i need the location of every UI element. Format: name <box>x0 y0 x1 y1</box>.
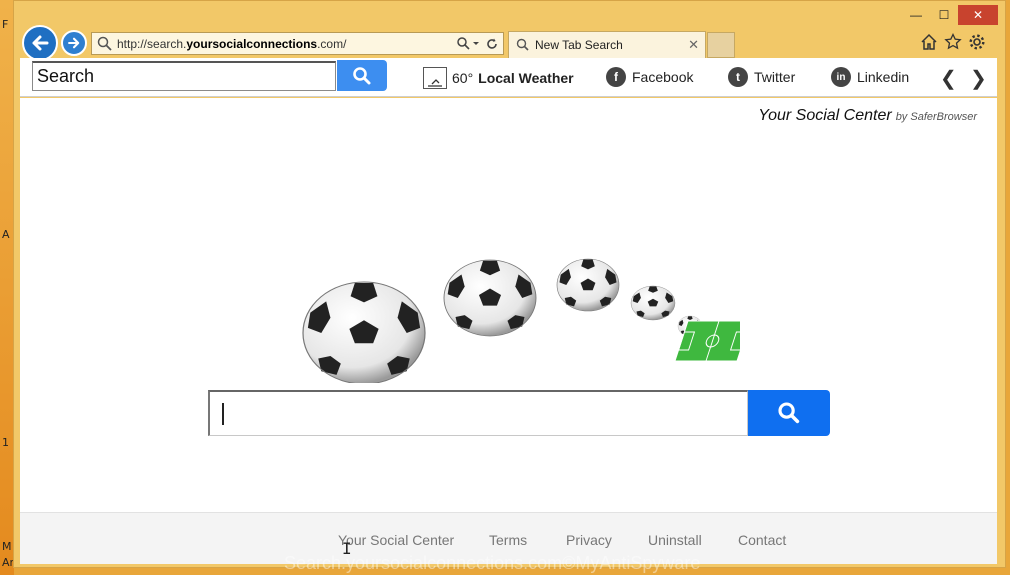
extension-toolbar: Search 60° Local Weather f Facebook t Tw… <box>20 58 997 97</box>
url-text[interactable]: http://search.yoursocialconnections.com/ <box>117 37 456 51</box>
text-cursor <box>222 403 224 425</box>
browser-tools <box>920 33 986 51</box>
star-icon[interactable] <box>944 33 962 51</box>
tab-new-tab-search[interactable]: New Tab Search ✕ <box>508 31 706 58</box>
brand-title: Your Social Center <box>758 107 892 124</box>
refresh-icon[interactable] <box>485 37 499 51</box>
soccer-balls-illustration <box>302 258 740 383</box>
search-icon <box>516 38 529 51</box>
toolbar-search-button[interactable] <box>337 60 387 91</box>
toolbar-linkedin-link[interactable]: in Linkedin <box>831 67 909 87</box>
watermark-text: Search.yoursocialconnections.com©MyAntiS… <box>284 553 701 573</box>
maximize-button[interactable]: ☐ <box>930 5 958 25</box>
weather-icon <box>423 67 447 89</box>
desktop-edge: F A 1 M Ar <box>0 0 14 575</box>
page-content: Your Social Center by SaferBrowser Your … <box>20 98 997 564</box>
toolbar-twitter-link[interactable]: t Twitter <box>728 67 795 87</box>
linkedin-label: Linkedin <box>857 69 910 85</box>
search-dropdown-icon[interactable] <box>456 36 482 52</box>
forward-button[interactable] <box>61 30 87 56</box>
tab-label: New Tab Search <box>535 38 623 52</box>
footer-link-contact[interactable]: Contact <box>738 532 786 548</box>
desktop-icon-label: F <box>2 18 9 31</box>
weather-label: Local Weather <box>478 70 574 86</box>
toolbar-facebook-link[interactable]: f Facebook <box>606 67 693 87</box>
minimize-button[interactable]: — <box>902 5 930 25</box>
gear-icon[interactable] <box>968 33 986 51</box>
search-icon <box>353 66 371 84</box>
url-suffix: .com/ <box>317 36 347 51</box>
brand-logo: Your Social Center by SaferBrowser <box>758 107 977 125</box>
toolbar-prev-button[interactable]: ❮ <box>940 66 957 91</box>
footer-link-uninstall[interactable]: Uninstall <box>648 532 702 548</box>
close-button[interactable]: ✕ <box>958 5 998 25</box>
facebook-label: Facebook <box>632 69 694 85</box>
toolbar-next-button[interactable]: ❯ <box>970 66 987 91</box>
url-prefix: http://search. <box>117 36 187 51</box>
address-bar[interactable]: http://search.yoursocialconnections.com/ <box>91 32 504 55</box>
main-search-input[interactable] <box>208 390 748 436</box>
browser-window: — ☐ ✕ http://search.yoursocialconnection… <box>13 0 1006 568</box>
back-button[interactable] <box>22 25 58 61</box>
footer-link-your-social-center[interactable]: Your Social Center <box>338 532 454 548</box>
main-search-button[interactable] <box>748 390 830 436</box>
footer-link-privacy[interactable]: Privacy <box>566 532 612 548</box>
linkedin-icon: in <box>831 67 851 87</box>
desktop-icon-label: M <box>2 540 12 553</box>
brand-by: by SaferBrowser <box>895 111 977 123</box>
arrow-right-icon <box>68 37 80 49</box>
search-icon <box>778 402 800 424</box>
facebook-icon: f <box>606 67 626 87</box>
home-icon[interactable] <box>920 33 938 51</box>
tab-close-button[interactable]: ✕ <box>688 37 699 53</box>
weather-widget[interactable]: 60° Local Weather <box>423 67 574 89</box>
desktop-icon-label: A <box>2 228 10 241</box>
weather-temp: 60° <box>452 70 474 86</box>
url-domain: yoursocialconnections <box>186 36 318 51</box>
toolbar-search-input[interactable]: Search <box>32 61 336 91</box>
arrow-left-icon <box>32 35 49 51</box>
new-tab-button[interactable] <box>707 32 735 58</box>
footer-link-terms[interactable]: Terms <box>489 532 527 548</box>
twitter-label: Twitter <box>754 69 796 85</box>
twitter-icon: t <box>728 67 748 87</box>
desktop-icon-label: 1 <box>2 436 9 449</box>
search-icon <box>97 36 112 51</box>
